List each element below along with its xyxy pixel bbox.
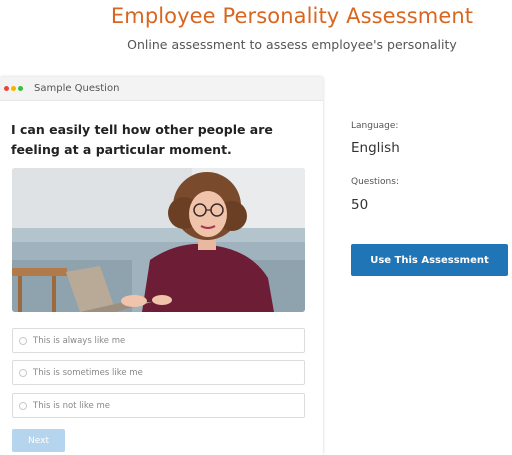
answer-option-sometimes[interactable]: This is sometimes like me (12, 360, 305, 385)
radio-icon[interactable] (19, 401, 27, 410)
radio-icon[interactable] (19, 336, 27, 345)
answer-option-not[interactable]: This is not like me (12, 393, 305, 418)
answer-option-label: This is not like me (33, 400, 110, 411)
radio-icon[interactable] (19, 368, 27, 377)
answer-option-label: This is sometimes like me (33, 367, 143, 378)
card-header: Sample Question (0, 77, 323, 101)
question-text: I can easily tell how other people are f… (11, 122, 273, 157)
question-photo (12, 168, 305, 312)
window-dot-red-icon (4, 86, 9, 91)
window-dot-yellow-icon (11, 86, 16, 91)
page: Employee Personality Assessment Online a… (0, 0, 512, 455)
use-assessment-button[interactable]: Use This Assessment (351, 244, 508, 276)
page-subtitle: Online assessment to assess employee's p… (127, 37, 457, 52)
sample-question-card: Sample Question I can easily tell how ot… (0, 77, 323, 455)
next-button[interactable]: Next (12, 429, 65, 452)
page-title: Employee Personality Assessment (110, 4, 474, 28)
language-value: English (351, 140, 400, 156)
answer-option-always[interactable]: This is always like me (12, 328, 305, 353)
answer-option-label: This is always like me (33, 335, 126, 346)
language-label: Language: (351, 121, 399, 131)
card-header-label: Sample Question (34, 83, 120, 94)
questions-value: 50 (351, 197, 369, 213)
window-dot-green-icon (18, 86, 23, 91)
questions-label: Questions: (351, 177, 399, 187)
